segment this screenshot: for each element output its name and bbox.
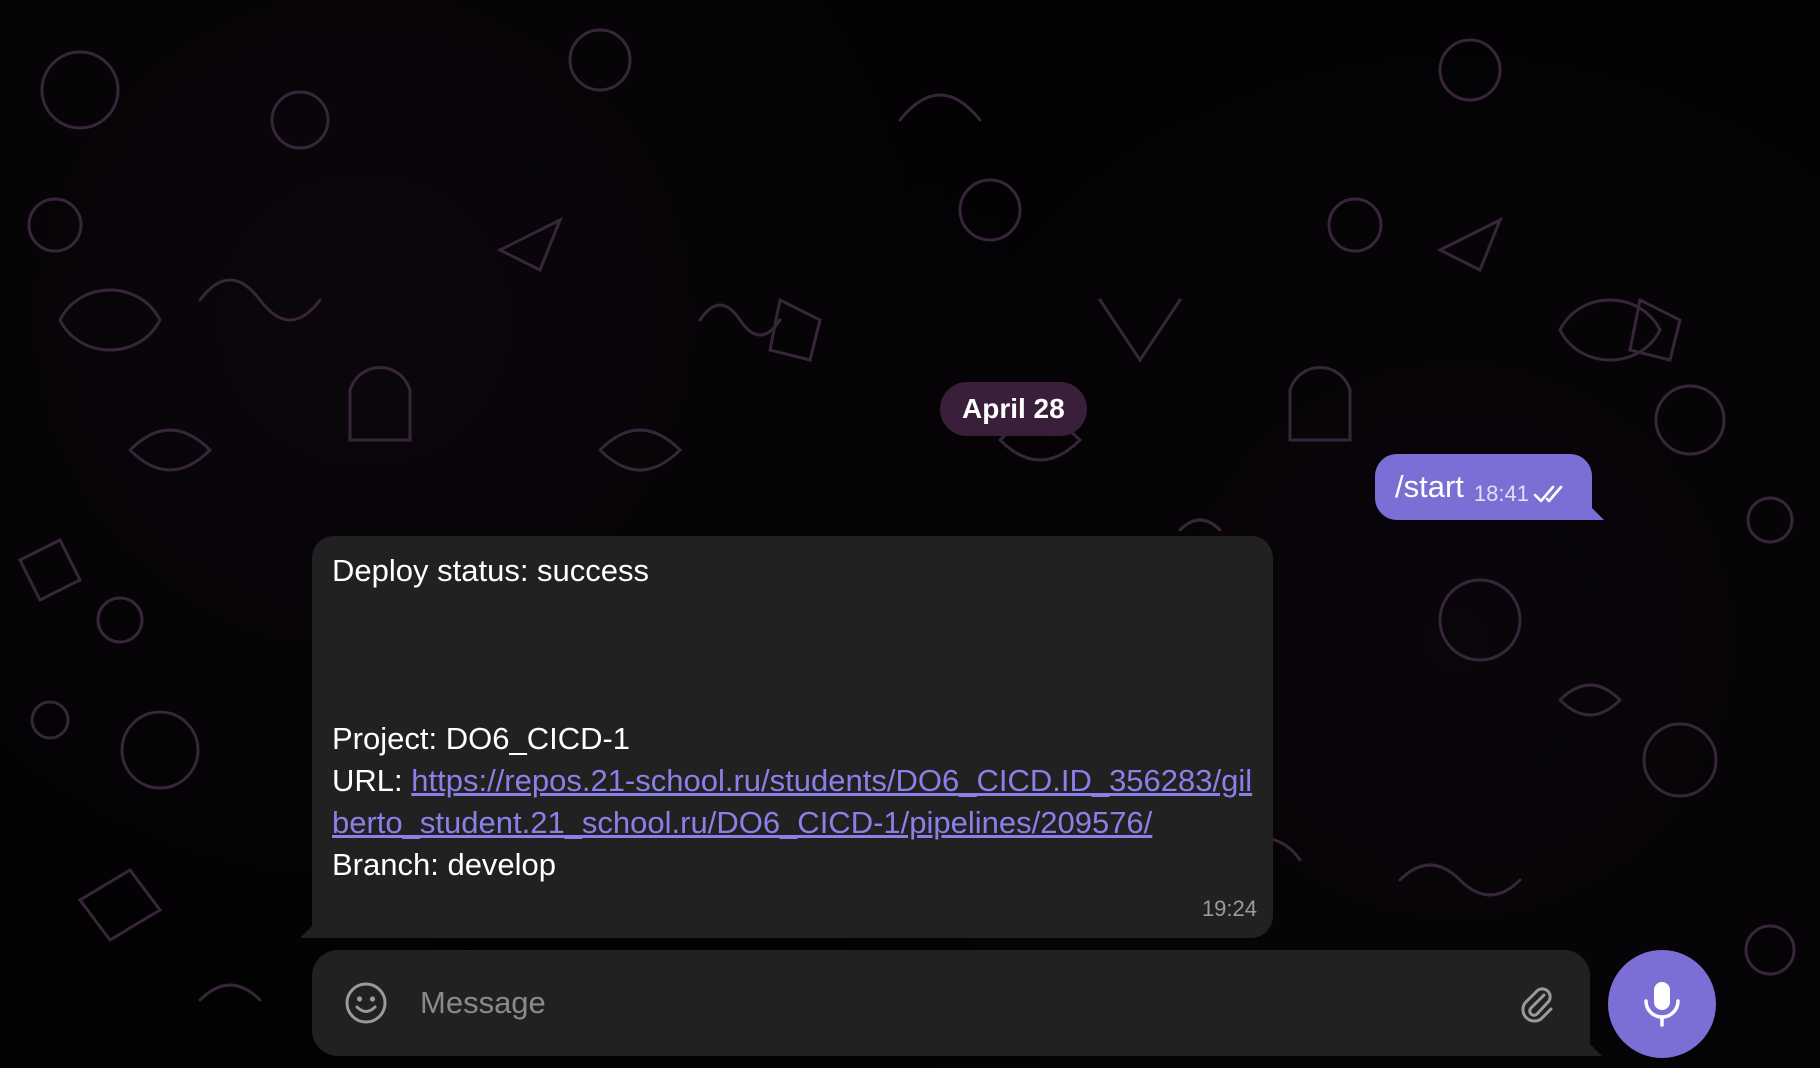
project-line: Project: DO6_CICD-1 xyxy=(332,721,631,756)
emoji-icon[interactable] xyxy=(342,979,390,1027)
deploy-status-line: Deploy status: success xyxy=(332,553,650,588)
double-check-icon xyxy=(1533,485,1563,503)
branch-line: Branch: develop xyxy=(332,847,557,882)
outgoing-message-text: /start xyxy=(1395,469,1464,504)
incoming-message-bubble[interactable]: Deploy status: success Project: DO6_CICD… xyxy=(312,536,1273,938)
pipeline-link[interactable]: https://repos.21-school.ru/students/DO6_… xyxy=(332,763,1252,840)
paperclip-icon[interactable] xyxy=(1512,979,1560,1027)
incoming-message-time: 19:24 xyxy=(1201,896,1257,921)
url-line: URL: https://repos.21-school.ru/students… xyxy=(332,760,1255,844)
blank-lines xyxy=(332,592,1255,718)
url-label: URL: xyxy=(332,763,412,798)
outgoing-message-time: 18:41 xyxy=(1473,481,1529,506)
outgoing-message-meta: 18:41 xyxy=(1474,481,1567,507)
message-input[interactable] xyxy=(420,985,1488,1021)
microphone-icon xyxy=(1644,982,1680,1027)
date-separator: April 28 xyxy=(940,382,1087,436)
outgoing-message-bubble[interactable]: /start 18:41 xyxy=(1375,454,1592,520)
microphone-button[interactable] xyxy=(1608,950,1716,1058)
message-composer xyxy=(312,950,1590,1056)
